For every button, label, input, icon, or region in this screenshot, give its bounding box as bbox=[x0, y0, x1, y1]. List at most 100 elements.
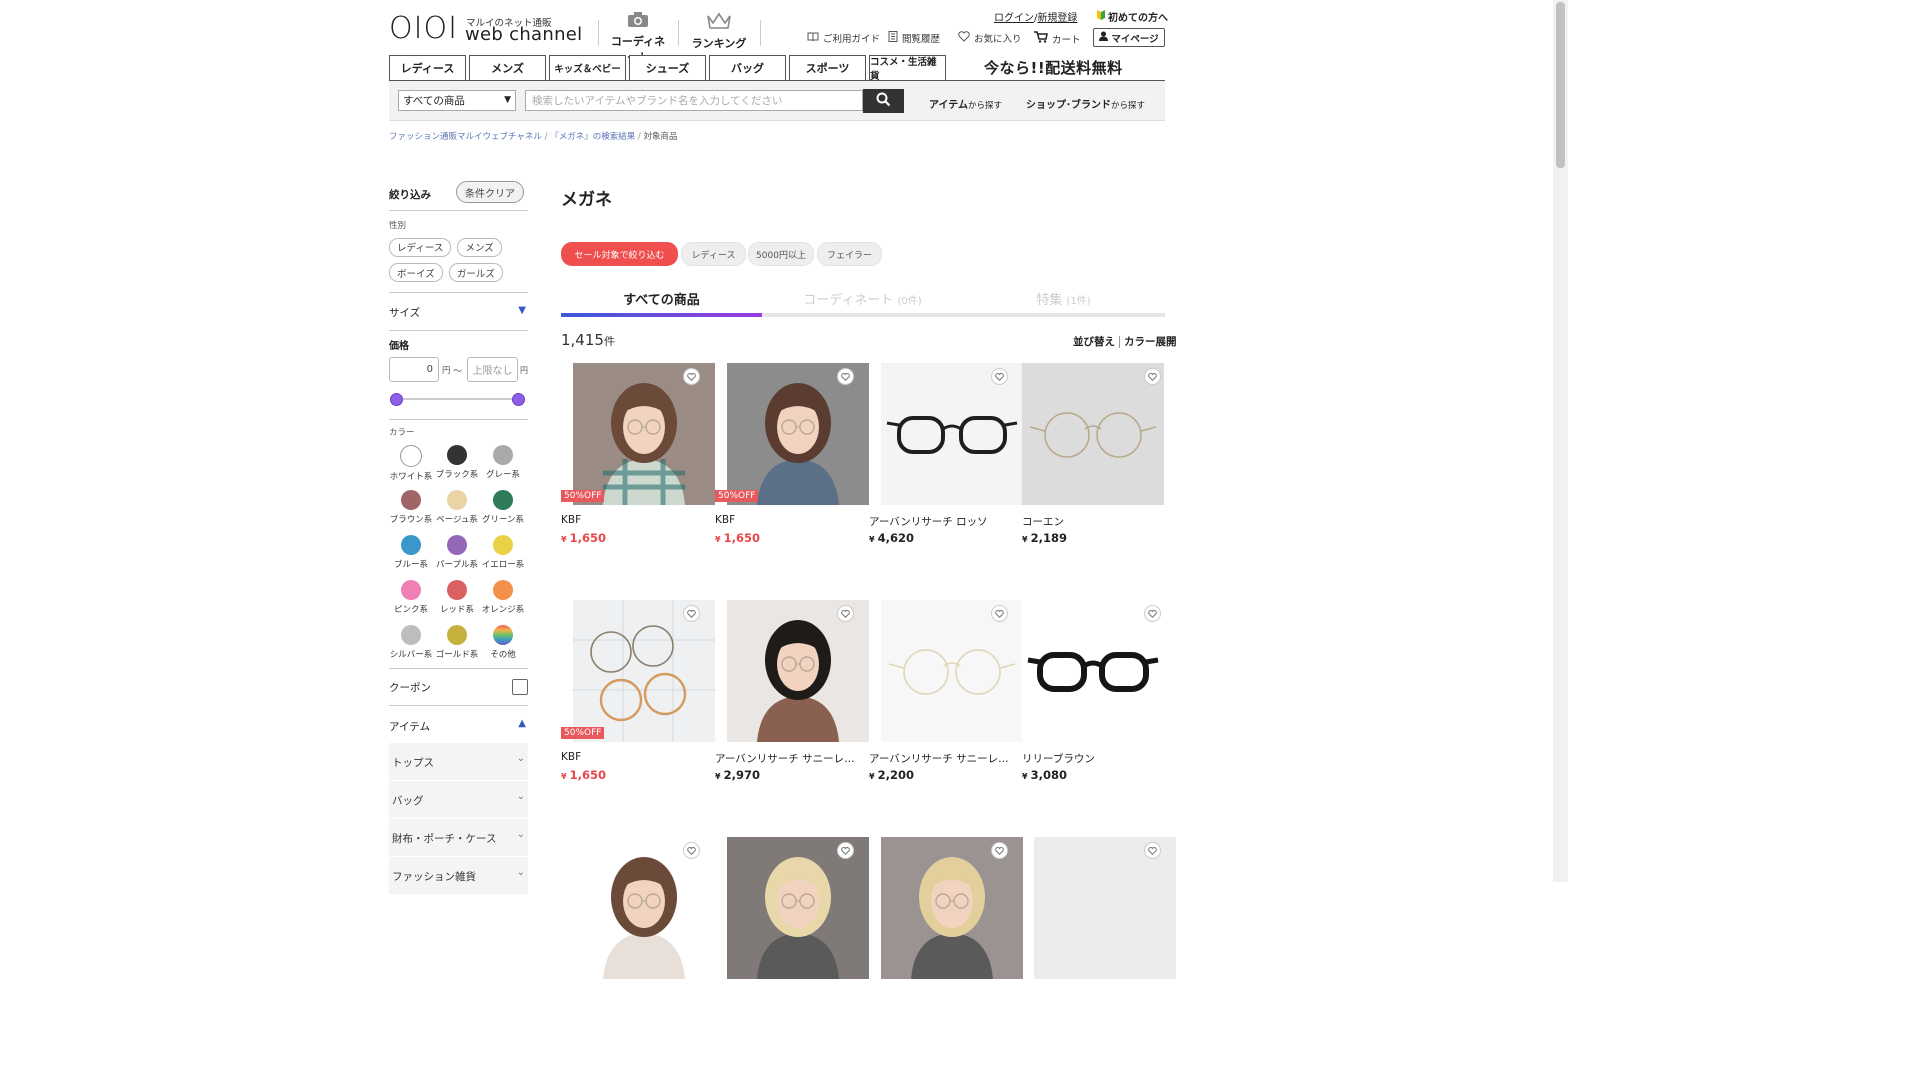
breadcrumb-search-result[interactable]: 『メガネ』の検索結果 bbox=[550, 132, 635, 142]
color-swatch[interactable]: イエロー系 bbox=[481, 535, 525, 570]
coupon-filter[interactable]: クーポン bbox=[389, 669, 528, 706]
free-shipping-banner[interactable]: 今なら!!配送料無料 bbox=[984, 57, 1123, 78]
item-filter-toggle[interactable]: アイテム ▲ bbox=[389, 706, 528, 743]
product-card[interactable] bbox=[1022, 837, 1176, 979]
product-card[interactable]: 50%OFF KBF ¥1,650 bbox=[715, 363, 869, 553]
product-brand[interactable]: KBF bbox=[715, 514, 865, 526]
color-swatch[interactable]: その他 bbox=[481, 625, 525, 660]
item-category-bags[interactable]: バッグ ⌄ bbox=[389, 781, 528, 819]
guide-link[interactable]: ご利用ガイド bbox=[807, 31, 880, 45]
gender-pill-ladies[interactable]: レディース bbox=[389, 237, 452, 257]
product-brand[interactable]: アーバンリサーチ サニーレーベル bbox=[869, 751, 1019, 766]
price-slider-max-handle[interactable] bbox=[512, 393, 525, 406]
favorite-heart-icon[interactable] bbox=[991, 842, 1008, 859]
color-swatch[interactable]: オレンジ系 bbox=[481, 580, 525, 615]
product-brand[interactable]: リリーブラウン bbox=[1022, 751, 1172, 766]
color-swatch[interactable]: パープル系 bbox=[435, 535, 479, 570]
scrollbar-thumb[interactable] bbox=[1556, 2, 1565, 168]
tab-all-products[interactable]: すべての商品 bbox=[561, 289, 762, 308]
category-tab-ladies[interactable]: レディース bbox=[389, 55, 466, 80]
favorite-heart-icon[interactable] bbox=[991, 605, 1008, 622]
product-image[interactable] bbox=[1022, 600, 1164, 742]
favorites-link[interactable]: お気に入り bbox=[958, 31, 1022, 45]
sort-button[interactable]: 並び替え bbox=[1073, 334, 1115, 349]
favorite-heart-icon[interactable] bbox=[837, 842, 854, 859]
price-max-input[interactable]: 上限なし bbox=[467, 357, 518, 382]
product-brand[interactable]: コーエン bbox=[1022, 514, 1172, 529]
gender-pill-mens[interactable]: メンズ bbox=[457, 237, 502, 257]
search-input[interactable]: 検索したいアイテムやブランド名を入力してください bbox=[525, 90, 863, 111]
suggest-chip-ladies[interactable]: レディース bbox=[681, 242, 746, 266]
coupon-checkbox[interactable] bbox=[512, 679, 528, 695]
favorite-heart-icon[interactable] bbox=[1144, 605, 1161, 622]
mypage-button[interactable]: マイページ bbox=[1093, 28, 1165, 47]
product-brand[interactable]: KBF bbox=[561, 751, 711, 763]
gender-pill-boys[interactable]: ボーイズ bbox=[389, 263, 443, 282]
product-card[interactable] bbox=[715, 837, 869, 979]
color-swatch[interactable]: ホワイト系 bbox=[389, 445, 433, 482]
first-time-link[interactable]: 初めての方へ bbox=[1097, 9, 1168, 24]
product-brand[interactable]: KBF bbox=[561, 514, 711, 526]
clear-filters-button[interactable]: 条件クリア bbox=[456, 181, 524, 203]
login-link[interactable]: ログイン bbox=[994, 13, 1034, 24]
category-tab-mens[interactable]: メンズ bbox=[469, 55, 546, 80]
color-swatch[interactable]: ブラウン系 bbox=[389, 490, 433, 525]
search-button[interactable] bbox=[863, 89, 904, 113]
color-swatch[interactable]: シルバー系 bbox=[389, 625, 433, 660]
tab-coordinate[interactable]: コーディネート (0件) bbox=[762, 289, 963, 308]
color-swatch[interactable]: ゴールド系 bbox=[435, 625, 479, 660]
item-category-accessories[interactable]: ファッション雑貨 ⌄ bbox=[389, 857, 528, 895]
find-by-item-link[interactable]: アイテムから探す bbox=[929, 96, 1002, 111]
cart-link[interactable]: カート bbox=[1034, 31, 1081, 46]
category-tab-shoes[interactable]: シューズ bbox=[629, 55, 706, 80]
product-card[interactable]: 50%OFF KBF ¥1,650 bbox=[561, 363, 715, 553]
search-scope-select[interactable]: すべての商品 ▼ bbox=[398, 90, 516, 111]
category-tab-cosme[interactable]: コスメ・生活雑貨 bbox=[869, 55, 946, 82]
gender-pill-girls[interactable]: ガールズ bbox=[448, 263, 503, 282]
favorite-heart-icon[interactable] bbox=[683, 605, 700, 622]
history-link[interactable]: 閲覧履歴 bbox=[888, 31, 940, 45]
product-brand[interactable]: アーバンリサーチ サニーレーベル bbox=[715, 751, 865, 766]
product-card[interactable] bbox=[869, 837, 1023, 979]
suggest-chip-feiler[interactable]: フェイラー bbox=[817, 242, 882, 266]
tab-feature[interactable]: 特集 (1件) bbox=[963, 289, 1164, 308]
color-swatch[interactable]: グリーン系 bbox=[481, 490, 525, 525]
product-card[interactable] bbox=[561, 837, 715, 979]
product-card[interactable]: アーバンリサーチ サニーレーベル ¥2,200 bbox=[869, 600, 1023, 790]
favorite-heart-icon[interactable] bbox=[1144, 368, 1161, 385]
color-swatch[interactable]: グレー系 bbox=[481, 445, 525, 480]
breadcrumb-home[interactable]: ファッション通販マルイウェブチャネル bbox=[389, 132, 542, 142]
product-card[interactable]: アーバンリサーチ ロッソ ¥4,620 bbox=[869, 363, 1023, 553]
favorite-heart-icon[interactable] bbox=[683, 842, 700, 859]
ranking-nav-button[interactable]: ランキング bbox=[688, 12, 750, 51]
color-expand-button[interactable]: カラー展開 bbox=[1124, 334, 1177, 349]
item-category-wallets[interactable]: 財布・ポーチ・ケース ⌄ bbox=[389, 819, 528, 857]
product-brand[interactable]: アーバンリサーチ ロッソ bbox=[869, 514, 1019, 529]
favorite-heart-icon[interactable] bbox=[837, 605, 854, 622]
favorite-heart-icon[interactable] bbox=[837, 368, 854, 385]
register-link[interactable]: 新規登録 bbox=[1037, 13, 1077, 24]
color-swatch[interactable]: ブラック系 bbox=[435, 445, 479, 480]
product-card[interactable]: アーバンリサーチ サニーレーベル ¥2,970 bbox=[715, 600, 869, 790]
favorite-heart-icon[interactable] bbox=[991, 368, 1008, 385]
color-swatch[interactable]: レッド系 bbox=[435, 580, 479, 615]
category-tab-sports[interactable]: スポーツ bbox=[789, 55, 866, 80]
item-category-tops[interactable]: トップス ⌄ bbox=[389, 743, 528, 781]
sale-filter-chip[interactable]: セール対象で絞り込む bbox=[561, 242, 678, 266]
price-min-input[interactable]: 0 bbox=[389, 357, 439, 382]
favorite-heart-icon[interactable] bbox=[1144, 842, 1161, 859]
color-swatch[interactable]: ベージュ系 bbox=[435, 490, 479, 525]
product-card[interactable]: 50%OFF KBF ¥1,650 bbox=[561, 600, 715, 790]
product-image[interactable] bbox=[1022, 363, 1164, 505]
color-swatch[interactable]: ピンク系 bbox=[389, 580, 433, 615]
product-card[interactable]: リリーブラウン ¥3,080 bbox=[1022, 600, 1164, 790]
favorite-heart-icon[interactable] bbox=[683, 368, 700, 385]
category-tab-bags[interactable]: バッグ bbox=[709, 55, 786, 80]
site-logo[interactable]: OIOI bbox=[389, 14, 458, 44]
size-filter-toggle[interactable]: サイズ ▼ bbox=[389, 293, 528, 331]
color-swatch[interactable]: ブルー系 bbox=[389, 535, 433, 570]
suggest-chip-price[interactable]: 5000円以上 bbox=[748, 242, 814, 266]
price-slider-min-handle[interactable] bbox=[390, 393, 403, 406]
find-by-shop-link[interactable]: ショップ･ブランドから探す bbox=[1026, 96, 1145, 111]
product-card[interactable]: コーエン ¥2,189 bbox=[1022, 363, 1164, 553]
